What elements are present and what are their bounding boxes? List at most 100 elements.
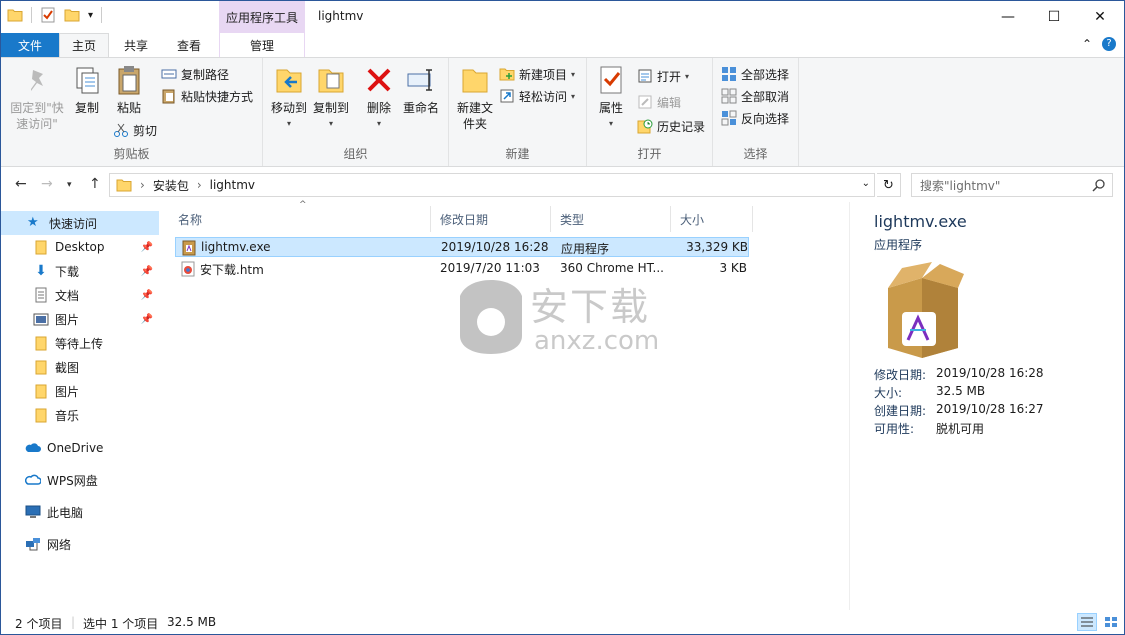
dropdown-caret-icon: ▾ — [328, 119, 333, 128]
cloud-icon — [25, 443, 41, 452]
nav-item-this-pc[interactable]: 此电脑 — [1, 500, 159, 524]
file-modified: 2019/10/28 16:28 — [441, 240, 549, 254]
edit-button[interactable]: 编辑 — [637, 92, 681, 112]
customize-qat-icon[interactable]: ▾ — [88, 10, 93, 21]
back-arrow-icon[interactable]: ← — [15, 176, 27, 192]
nav-item-onedrive[interactable]: OneDrive — [1, 436, 159, 460]
file-modified: 2019/7/20 11:03 — [440, 261, 540, 275]
rename-icon — [407, 69, 432, 91]
status-size: 32.5 MB — [167, 615, 217, 629]
rename-button[interactable]: 重命名 — [399, 64, 443, 116]
paste-shortcut-button[interactable]: 粘贴快捷方式 — [161, 86, 253, 106]
folder-icon — [35, 240, 47, 255]
open-button[interactable]: 打开 ▾ — [637, 66, 689, 86]
recent-locations-icon[interactable]: ▾ — [67, 180, 72, 190]
select-group: 全部选择 全部取消 反向选择 选择 — [713, 58, 799, 166]
explorer-window: ▾ 应用程序工具 lightmv — ☐ ✕ 文件 主页 共享 查看 管理 ⌃ … — [0, 0, 1125, 635]
app-package-icon — [888, 262, 964, 358]
nav-item-wps[interactable]: WPS网盘 — [1, 468, 159, 492]
download-icon: ⬇ — [35, 263, 47, 279]
easy-access-icon — [500, 89, 514, 103]
select-none-button[interactable]: 全部取消 — [721, 86, 789, 106]
quick-access-toolbar: ▾ — [7, 7, 103, 23]
nav-item-pictures[interactable]: 图片 📌 — [1, 307, 159, 331]
easy-access-button[interactable]: 轻松访问 ▾ — [499, 86, 575, 106]
status-divider: | — [71, 615, 76, 629]
scissors-icon — [114, 123, 128, 137]
navigation-pane: ★ 快速访问 Desktop 📌 ⬇ 下载 📌 文档 📌 图片 📌 等待上传 截… — [1, 202, 161, 610]
detail-value: 脱机可用 — [936, 422, 985, 436]
close-button[interactable]: ✕ — [1077, 1, 1123, 33]
move-to-icon — [276, 69, 302, 93]
forward-arrow-icon[interactable]: → — [41, 176, 53, 192]
nav-item-network[interactable]: 网络 — [1, 532, 159, 556]
nav-item-downloads[interactable]: ⬇ 下载 📌 — [1, 259, 159, 283]
copy-path-icon — [161, 69, 177, 79]
new-item-button[interactable]: 新建项目 ▾ — [499, 64, 575, 84]
address-dropdown-icon[interactable]: ⌄ — [862, 178, 870, 189]
dropdown-caret-icon: ▾ — [571, 91, 576, 101]
history-button[interactable]: 历史记录 — [637, 116, 705, 136]
tab-file[interactable]: 文件 — [1, 33, 59, 57]
organize-group: 移动到 ▾ 复制到 ▾ 删除 ▾ 重命名 组织 — [263, 58, 449, 166]
star-icon: ★ — [27, 215, 39, 230]
file-row[interactable]: lightmv.exe 2019/10/28 16:28 应用程序 33,329… — [175, 237, 749, 257]
nav-item-music[interactable]: 音乐 — [1, 403, 159, 427]
move-to-button[interactable]: 移动到 ▾ — [267, 64, 311, 132]
details-view-icon — [1081, 617, 1093, 627]
nav-item-documents[interactable]: 文档 📌 — [1, 283, 159, 307]
new-folder-button[interactable]: 新建文件夹 — [453, 64, 497, 132]
select-all-button[interactable]: 全部选择 — [721, 64, 789, 84]
nav-item-screenshots[interactable]: 截图 — [1, 355, 159, 379]
nav-item-pending-upload[interactable]: 等待上传 — [1, 331, 159, 355]
tab-share[interactable]: 共享 — [113, 33, 159, 57]
column-header-size[interactable]: 大小 — [671, 206, 753, 232]
tab-manage[interactable]: 管理 — [219, 33, 305, 57]
nav-item-pictures-folder[interactable]: 图片 — [1, 379, 159, 403]
folder-icon — [35, 408, 47, 423]
copy-to-button[interactable]: 复制到 ▾ — [309, 64, 353, 132]
column-header-modified[interactable]: 修改日期 — [431, 206, 551, 232]
delete-button[interactable]: 删除 ▾ — [361, 64, 397, 132]
details-view-button[interactable] — [1077, 613, 1097, 631]
pin-icon: 📌 — [140, 241, 153, 253]
pin-quick-access-button[interactable]: 固定到"快速访问" — [7, 64, 67, 132]
up-arrow-icon[interactable]: ↑ — [89, 176, 101, 192]
status-selection: 选中 1 个项目 — [83, 617, 159, 631]
invert-selection-button[interactable]: 反向选择 — [721, 108, 789, 128]
search-input[interactable]: 搜索"lightmv" — [911, 173, 1113, 197]
shield-icon — [460, 280, 522, 354]
folder-icon[interactable] — [7, 7, 23, 23]
copy-path-button[interactable]: 复制路径 — [161, 64, 229, 84]
tab-home[interactable]: 主页 — [59, 33, 109, 57]
properties-button[interactable]: 属性 ▾ — [593, 64, 629, 132]
tab-view[interactable]: 查看 — [163, 33, 215, 57]
network-icon — [26, 538, 40, 551]
maximize-button[interactable]: ☐ — [1031, 1, 1077, 33]
file-size: 33,329 KB — [686, 240, 748, 254]
paste-button[interactable]: 粘贴 — [111, 64, 147, 116]
detail-value: 2019/10/28 16:27 — [936, 402, 1044, 416]
delete-icon — [367, 68, 391, 92]
nav-item-desktop[interactable]: Desktop 📌 — [1, 235, 159, 259]
breadcrumb-item[interactable]: lightmv — [210, 178, 255, 192]
nav-item-quick-access[interactable]: ★ 快速访问 — [1, 211, 159, 235]
detail-label: 可用性: — [874, 422, 915, 436]
help-icon[interactable]: ? — [1102, 37, 1116, 51]
cut-button[interactable]: 剪切 — [113, 120, 157, 140]
file-list: ^ 名称 修改日期 类型 大小 lightmv.exe 2019/10/28 1… — [169, 200, 849, 610]
column-header-type[interactable]: 类型 — [551, 206, 671, 232]
clipboard-group: 固定到"快速访问" 复制 粘贴 复制路径 粘贴快捷方式 剪切 剪贴板 — [1, 58, 263, 166]
new-group-label: 新建 — [505, 147, 530, 161]
folder-icon — [35, 336, 47, 351]
minimize-button[interactable]: — — [985, 1, 1031, 33]
collapse-ribbon-icon[interactable]: ⌃ — [1082, 37, 1092, 51]
breadcrumb-item[interactable]: 安装包 — [153, 177, 189, 194]
column-header-name[interactable]: 名称 — [169, 206, 431, 232]
new-folder-icon[interactable] — [64, 7, 80, 23]
refresh-button[interactable]: ↻ — [877, 173, 901, 197]
large-icons-view-button[interactable] — [1101, 613, 1121, 631]
address-bar[interactable]: › 安装包 › lightmv ⌄ — [109, 173, 875, 197]
properties-icon[interactable] — [40, 7, 56, 23]
copy-button[interactable]: 复制 — [69, 64, 105, 116]
